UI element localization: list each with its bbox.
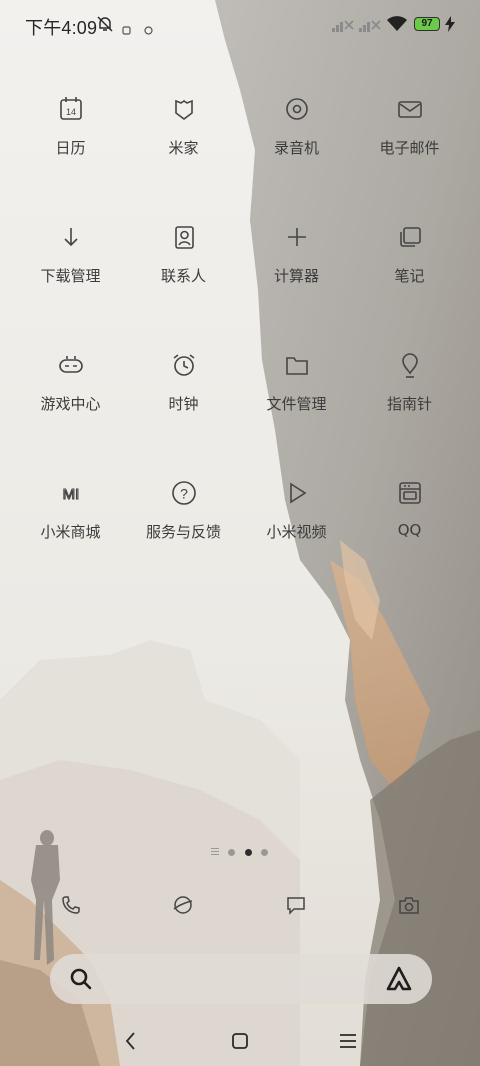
messages-icon xyxy=(287,897,305,915)
contacts-icon xyxy=(169,222,199,252)
charging-bolt-icon xyxy=(445,16,455,36)
calendar-icon: 14 xyxy=(56,94,86,124)
app-calendar[interactable]: 14 日历 xyxy=(14,80,127,190)
app-game-center[interactable]: 游戏中心 xyxy=(14,336,127,446)
assistant-icon[interactable] xyxy=(384,964,414,994)
app-label: 日历 xyxy=(55,139,86,157)
calculator-icon xyxy=(282,222,312,252)
search-icon[interactable] xyxy=(68,966,94,992)
browser-icon xyxy=(173,896,193,914)
folder-icon xyxy=(282,350,312,380)
wifi-icon xyxy=(386,15,408,36)
app-label: 指南针 xyxy=(386,395,432,413)
email-icon xyxy=(395,94,425,124)
download-icon xyxy=(56,222,86,252)
video-play-icon xyxy=(282,478,312,508)
app-label: 电子邮件 xyxy=(379,139,440,157)
app-downloads[interactable]: 下载管理 xyxy=(14,208,127,318)
home-button[interactable] xyxy=(225,1026,255,1056)
app-label: 服务与反馈 xyxy=(145,523,221,541)
help-icon: ? xyxy=(169,478,199,508)
compass-icon xyxy=(395,350,425,380)
recorder-icon xyxy=(282,94,312,124)
app-file-manager[interactable]: 文件管理 xyxy=(240,336,353,446)
page-indicator[interactable] xyxy=(209,846,271,858)
app-label: 时钟 xyxy=(168,395,199,413)
app-mi-store[interactable]: MI 小米商城 xyxy=(14,464,127,574)
mi-store-icon: MI xyxy=(56,478,86,508)
notification-dot-icon xyxy=(144,20,153,39)
app-label: 小米视频 xyxy=(266,523,327,541)
app-calculator[interactable]: 计算器 xyxy=(240,208,353,318)
page-dot-active xyxy=(245,849,252,856)
dock-messages[interactable] xyxy=(276,885,316,925)
mi-logo-text: MI xyxy=(62,486,79,503)
app-service-feedback[interactable]: ? 服务与反馈 xyxy=(127,464,240,574)
app-qq[interactable]: QQ xyxy=(353,464,466,574)
dock-camera[interactable] xyxy=(389,885,429,925)
app-label: 笔记 xyxy=(394,267,425,285)
home-icon xyxy=(232,1033,248,1049)
app-contacts[interactable]: 联系人 xyxy=(127,208,240,318)
back-button[interactable] xyxy=(116,1026,146,1056)
signal-no-service-icon xyxy=(332,17,354,36)
mijia-icon xyxy=(169,94,199,124)
app-label: 小米商城 xyxy=(40,523,101,541)
app-label: 米家 xyxy=(168,139,199,157)
app-mijia[interactable]: 米家 xyxy=(127,80,240,190)
status-time: 下午4:09 xyxy=(25,18,98,38)
app-mi-video[interactable]: 小米视频 xyxy=(240,464,353,574)
back-icon xyxy=(125,1032,135,1050)
app-compass[interactable]: 指南针 xyxy=(353,336,466,446)
app-email[interactable]: 电子邮件 xyxy=(353,80,466,190)
page-dot xyxy=(261,849,268,856)
dock-phone[interactable] xyxy=(51,885,91,925)
app-label: 联系人 xyxy=(160,267,206,285)
status-bar: 下午4:09 97 xyxy=(0,0,480,50)
app-label: 录音机 xyxy=(273,139,319,157)
recents-button[interactable] xyxy=(333,1026,363,1056)
help-mark: ? xyxy=(180,486,188,502)
battery-icon: 97 xyxy=(414,17,440,31)
clock-icon xyxy=(169,350,199,380)
app-label: 文件管理 xyxy=(266,395,327,413)
page-dot xyxy=(228,849,235,856)
search-bar[interactable] xyxy=(50,954,432,1004)
camera-icon xyxy=(399,897,419,914)
app-label: QQ xyxy=(397,521,422,539)
notes-icon xyxy=(395,222,425,252)
calendar-date: 14 xyxy=(65,107,75,117)
app-notes[interactable]: 笔记 xyxy=(353,208,466,318)
signal-no-service-icon xyxy=(359,17,381,36)
dock-browser[interactable] xyxy=(163,885,203,925)
bell-off-icon xyxy=(96,15,114,37)
dock xyxy=(0,885,480,925)
gamepad-icon xyxy=(56,350,86,380)
app-label: 计算器 xyxy=(273,267,319,285)
app-clock[interactable]: 时钟 xyxy=(127,336,240,446)
app-recorder[interactable]: 录音机 xyxy=(240,80,353,190)
menu-icon xyxy=(340,1034,356,1048)
app-label: 游戏中心 xyxy=(40,395,101,413)
notification-icon xyxy=(122,20,131,39)
phone-icon xyxy=(62,896,80,914)
page-overview-icon xyxy=(211,848,219,856)
app-label: 下载管理 xyxy=(40,267,101,285)
qq-icon xyxy=(395,478,425,508)
navigation-bar xyxy=(0,1016,480,1066)
